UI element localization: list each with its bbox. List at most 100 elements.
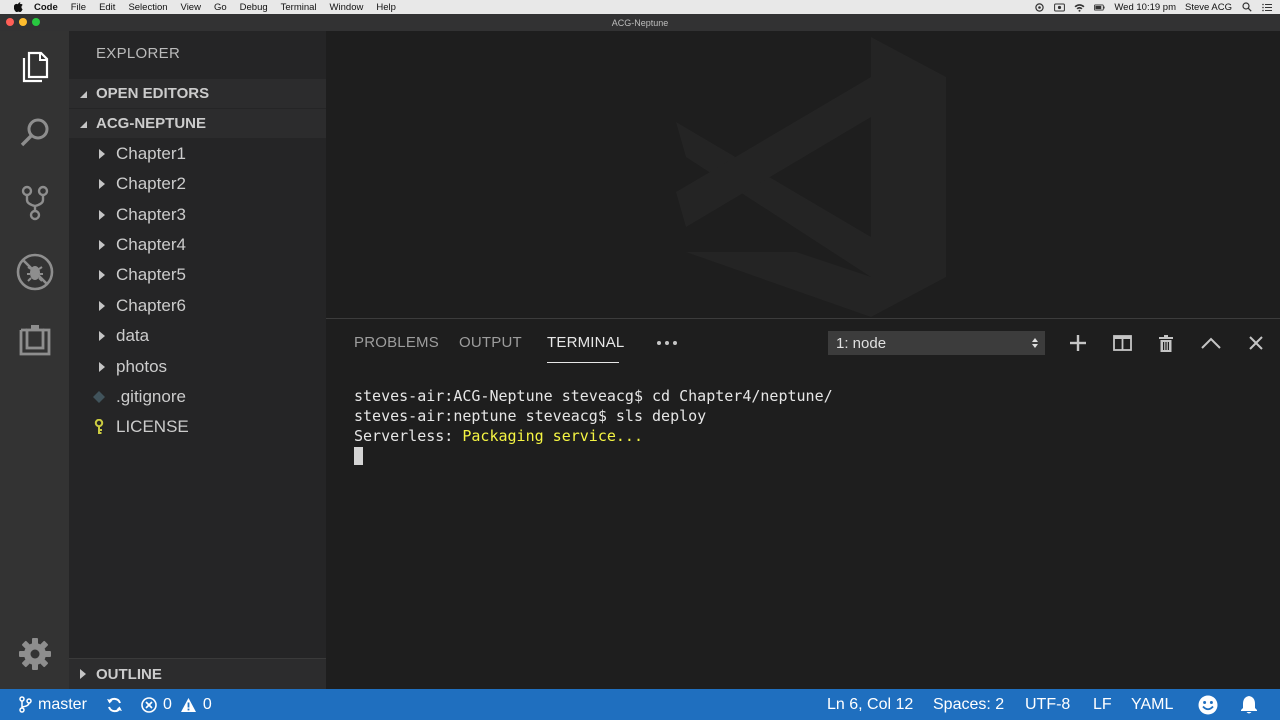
smiley-icon	[1198, 695, 1218, 714]
language-mode[interactable]: YAML	[1131, 689, 1173, 720]
git-branch-icon	[19, 696, 32, 713]
tab-output[interactable]: OUTPUT	[459, 334, 522, 351]
search-icon	[20, 118, 48, 147]
extensions-activity-button[interactable]	[0, 311, 69, 371]
trash-icon	[1159, 334, 1173, 352]
terminal-line: steves-air:neptune steveacg$ sls deploy	[354, 407, 707, 425]
active-tab-indicator	[547, 362, 619, 363]
menu-selection[interactable]: Selection	[128, 2, 167, 13]
bottom-panel: PROBLEMS OUTPUT TERMINAL 1: node steves-…	[326, 318, 1280, 689]
minimize-window-button[interactable]	[19, 18, 27, 26]
feedback-button[interactable]	[1198, 689, 1218, 720]
menu-go[interactable]: Go	[214, 2, 227, 13]
tree-item-chapter1[interactable]: Chapter1	[69, 139, 326, 169]
battery-icon[interactable]	[1094, 3, 1105, 12]
notifications-button[interactable]	[1240, 689, 1258, 720]
menu-terminal[interactable]: Terminal	[281, 2, 317, 13]
split-terminal-button[interactable]	[1109, 331, 1135, 355]
menubar-user[interactable]: Steve ACG	[1185, 2, 1232, 13]
gear-icon	[18, 638, 51, 670]
tree-item-chapter6[interactable]: Chapter6	[69, 291, 326, 321]
line-ending[interactable]: LF	[1093, 689, 1112, 720]
zoom-window-button[interactable]	[32, 18, 40, 26]
sidebar-title: EXPLORER	[96, 45, 181, 62]
kill-terminal-button[interactable]	[1153, 331, 1179, 355]
git-branch-status[interactable]: master	[19, 689, 87, 720]
cursor-position[interactable]: Ln 6, Col 12	[827, 689, 913, 720]
tree-item-label: Chapter6	[116, 296, 186, 315]
terminal-line: Serverless: Packaging service...	[354, 426, 833, 446]
file-encoding[interactable]: UTF-8	[1025, 689, 1070, 720]
files-icon	[22, 51, 48, 83]
tree-item-label: .gitignore	[116, 387, 186, 406]
tab-problems[interactable]: PROBLEMS	[354, 334, 439, 351]
tree-item-chapter3[interactable]: Chapter3	[69, 200, 326, 230]
project-folder-label: ACG-NEPTUNE	[96, 115, 207, 132]
debug-activity-button[interactable]	[0, 242, 69, 302]
creative-cloud-icon[interactable]	[1034, 2, 1045, 12]
new-terminal-button[interactable]	[1065, 331, 1091, 355]
source-control-icon	[21, 185, 48, 221]
tree-item-label: Chapter5	[116, 265, 186, 284]
terminal-highlight: Packaging service...	[462, 427, 643, 445]
terminal-cursor	[354, 447, 363, 465]
menu-app-name[interactable]: Code	[34, 2, 58, 13]
menu-debug[interactable]: Debug	[240, 2, 268, 13]
chevron-right-icon	[96, 301, 106, 311]
indentation-setting[interactable]: Spaces: 2	[933, 689, 1004, 720]
menu-file[interactable]: File	[71, 2, 86, 13]
manage-settings-button[interactable]	[0, 624, 69, 684]
window-title-bar: ACG-Neptune	[0, 14, 1280, 31]
explorer-activity-button[interactable]	[0, 35, 69, 95]
source-control-activity-button[interactable]	[0, 173, 69, 233]
search-activity-button[interactable]	[0, 103, 69, 163]
close-icon	[1249, 336, 1263, 350]
error-count: 0	[163, 695, 172, 713]
terminal-instance-select[interactable]: 1: node	[828, 331, 1045, 355]
status-bar: master 0 0 Ln 6, Col 12 Spaces: 2 UTF-8 …	[0, 689, 1280, 720]
open-editors-section[interactable]: OPEN EDITORS	[69, 79, 326, 108]
tree-item-chapter4[interactable]: Chapter4	[69, 230, 326, 260]
outline-section[interactable]: OUTLINE	[69, 658, 326, 689]
menu-edit[interactable]: Edit	[99, 2, 115, 13]
menubar-clock[interactable]: Wed 10:19 pm	[1114, 2, 1176, 13]
chevron-right-icon	[96, 270, 106, 280]
terminal-prefix: Serverless:	[354, 427, 463, 445]
project-folder-section[interactable]: ACG-NEPTUNE	[69, 109, 326, 138]
terminal-select-value: 1: node	[836, 334, 887, 352]
tree-item-label: data	[116, 326, 150, 345]
more-actions-icon[interactable]	[656, 335, 678, 351]
chevron-right-icon	[96, 210, 106, 220]
screen-record-icon[interactable]	[1054, 3, 1066, 12]
tree-item-chapter2[interactable]: Chapter2	[69, 169, 326, 199]
vscode-logo-watermark-icon	[676, 37, 946, 317]
close-window-button[interactable]	[6, 18, 14, 26]
sync-button[interactable]	[106, 689, 123, 720]
apple-icon[interactable]	[12, 2, 24, 12]
terminal-output[interactable]: steves-air:ACG-Neptune steveacg$ cd Chap…	[354, 386, 833, 466]
tree-item-photos[interactable]: photos	[69, 352, 326, 382]
spotlight-search-icon[interactable]	[1241, 2, 1252, 12]
tree-item-data[interactable]: data	[69, 321, 326, 351]
chevron-right-icon	[96, 179, 106, 189]
tree-item-chapter5[interactable]: Chapter5	[69, 260, 326, 290]
tree-item-label: photos	[116, 357, 168, 376]
mac-menu-bar: Code File Edit Selection View Go Debug T…	[0, 0, 1280, 14]
close-panel-button[interactable]	[1243, 331, 1269, 355]
problems-status[interactable]: 0 0	[141, 689, 212, 720]
tree-item-gitignore[interactable]: .gitignore	[69, 382, 326, 412]
notification-center-icon[interactable]	[1261, 3, 1272, 12]
chevron-down-icon	[69, 89, 96, 99]
editor-area[interactable]	[326, 31, 1280, 318]
tab-terminal[interactable]: TERMINAL	[547, 334, 624, 351]
menu-help[interactable]: Help	[376, 2, 396, 13]
terminal-line: steves-air:ACG-Neptune steveacg$ cd Chap…	[354, 387, 833, 405]
chevron-up-icon	[1201, 337, 1221, 349]
wifi-icon[interactable]	[1074, 3, 1085, 12]
maximize-panel-button[interactable]	[1198, 331, 1224, 355]
select-arrows-icon	[1032, 338, 1038, 348]
tree-item-license[interactable]: LICENSE	[69, 412, 326, 442]
debug-icon	[16, 253, 53, 291]
menu-view[interactable]: View	[181, 2, 201, 13]
menu-window[interactable]: Window	[330, 2, 364, 13]
